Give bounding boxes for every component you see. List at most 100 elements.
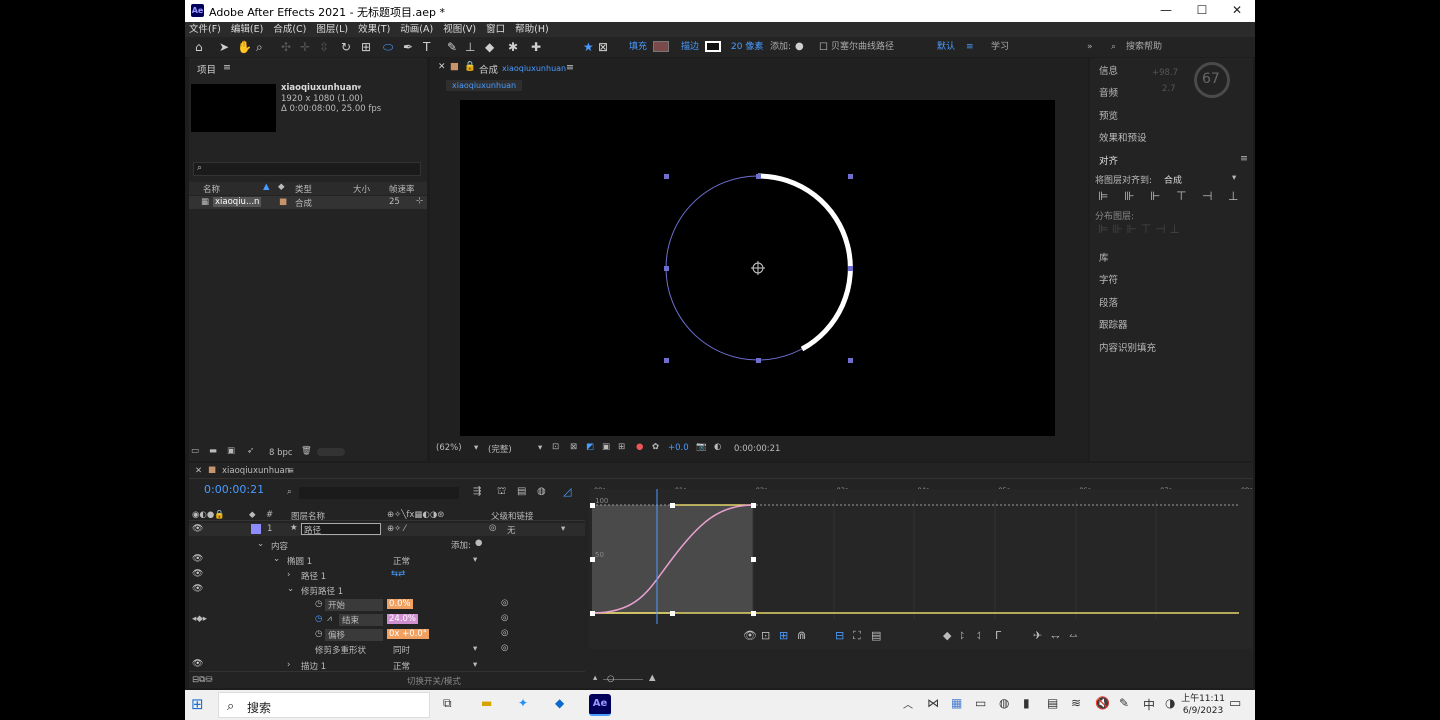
expand-icon[interactable]: » — [1087, 41, 1093, 53]
close-icon[interactable]: ✕ — [1222, 3, 1252, 17]
add-content-icon[interactable]: ● — [475, 538, 482, 548]
stroke-blend-chevron-icon[interactable]: ▾ — [473, 660, 477, 670]
contents-group[interactable]: 内容 — [271, 540, 288, 552]
sort-up-icon[interactable]: ▲ — [263, 182, 270, 192]
av-switches-icons[interactable]: ◉◐●🔒 — [192, 510, 225, 520]
windows-start-icon[interactable]: ⊞ — [191, 695, 204, 713]
menu-effect[interactable]: 效果(T) — [358, 22, 390, 37]
delete-icon[interactable]: 🗑 — [301, 446, 312, 456]
parent-dropdown[interactable]: 无 — [507, 524, 516, 536]
library-panel-tab[interactable]: 库 — [1099, 250, 1109, 264]
project-item-row[interactable]: ▦ xiaoqiu...n ■ 合成 25 ⊹ — [189, 196, 427, 209]
project-title[interactable]: 项目 — [197, 62, 216, 76]
tray-app-icon-1[interactable]: ⋈ — [927, 696, 939, 710]
ime-indicator[interactable]: 中 — [1143, 696, 1155, 713]
show-snapshot-icon[interactable]: ◐ — [714, 442, 721, 452]
help-search-input[interactable]: 搜索帮助 — [1126, 41, 1162, 53]
lock-icon[interactable]: 🔒 — [464, 61, 476, 72]
color-channel-icon[interactable]: ● — [636, 442, 643, 452]
ellipse-eye-icon[interactable]: 👁 — [192, 554, 203, 564]
align-left-icon[interactable]: ⊫ — [1098, 189, 1108, 203]
align-to-chevron-icon[interactable]: ▾ — [1232, 173, 1236, 183]
menu-edit[interactable]: 编辑(E) — [231, 22, 263, 37]
layer-name-field[interactable]: 路径 — [301, 523, 381, 536]
layer-label-color[interactable] — [251, 524, 261, 534]
paragraph-panel-tab[interactable]: 段落 — [1099, 295, 1118, 309]
col-fps[interactable]: 帧速率 — [389, 183, 415, 195]
col-size[interactable]: 大小 — [353, 183, 370, 195]
home-icon[interactable]: ⌂ — [195, 40, 203, 54]
app-icon-photos[interactable]: ◆ — [555, 696, 564, 710]
brush-tool-icon[interactable]: ✎ — [447, 40, 457, 54]
trim-multi-dropdown[interactable]: 同时 — [393, 644, 410, 656]
end-value[interactable]: 24.0% — [387, 614, 419, 624]
offset-pickwhip-icon[interactable]: ◎ — [501, 628, 508, 638]
label-icon[interactable]: ◆ — [249, 510, 256, 520]
tray-app-icon-4[interactable]: ▤ — [1047, 696, 1058, 710]
minimize-icon[interactable]: — — [1151, 3, 1181, 17]
chevron-right-icon[interactable]: › — [287, 660, 290, 670]
panel-menu-icon[interactable]: ≡ — [566, 62, 574, 73]
align-to-dropdown[interactable]: 合成 — [1164, 173, 1182, 186]
frame-blending-icon[interactable]: ▤ — [517, 486, 526, 497]
stopwatch-end-icon[interactable]: ◷ — [315, 614, 322, 624]
comp-mini-flowchart-icon[interactable]: ⇶ — [473, 486, 481, 497]
transparency-grid-icon[interactable]: ⊠ — [570, 442, 577, 452]
new-comp-icon[interactable]: ▣ — [227, 446, 235, 456]
ime-mode-icon[interactable]: ◑ — [1165, 696, 1175, 710]
add-menu-icon[interactable]: ● — [795, 40, 804, 54]
interpret-footage-icon[interactable]: ▭ — [191, 446, 199, 456]
trim-multi-chevron-icon[interactable]: ▾ — [473, 644, 477, 654]
zoom-in-icon[interactable]: ▲ — [649, 673, 656, 683]
thumbnail-slider[interactable] — [317, 448, 345, 456]
easy-ease-out-icon[interactable]: ⥎ — [1069, 629, 1078, 643]
bezier-checkbox[interactable]: ☐ — [819, 41, 828, 55]
shy-icon[interactable]: ⛫ — [497, 486, 506, 499]
align-vcenter-icon[interactable]: ⊣ — [1202, 189, 1212, 203]
project-settings-icon[interactable]: ➶ — [247, 446, 254, 456]
trim-multi-pickwhip-icon[interactable]: ◎ — [501, 643, 508, 653]
info-panel-tab[interactable]: 信息 — [1099, 63, 1118, 77]
timeline-tab-name[interactable]: xiaoqiuxunhuan — [222, 466, 290, 476]
comp-breadcrumb[interactable]: xiaoqiuxunhuan — [446, 80, 523, 91]
exposure-reset-icon[interactable]: ✿ — [652, 442, 659, 452]
after-effects-taskbar-icon[interactable]: Ae — [589, 694, 611, 716]
workspace-menu-icon[interactable]: ≡ — [966, 41, 974, 53]
star-icon[interactable]: ★ — [583, 40, 594, 54]
zoom-out-icon[interactable]: ▴ — [593, 673, 597, 683]
layer-search-input[interactable] — [299, 487, 459, 499]
path-group[interactable]: 路径 1 — [301, 570, 326, 582]
col-name[interactable]: 名称 — [203, 183, 220, 195]
transform-box-icon[interactable]: ⊞ — [779, 629, 788, 642]
app-icon-blue[interactable]: ✦ — [518, 696, 528, 710]
taskbar-clock[interactable]: 上午11:11 6/9/2023 — [1181, 693, 1225, 717]
menu-help[interactable]: 帮助(H) — [515, 22, 549, 37]
menu-view[interactable]: 视图(V) — [443, 22, 476, 37]
grid-icon[interactable]: ⊞ — [618, 442, 625, 452]
battery-icon[interactable]: ▭ — [975, 696, 986, 710]
zoom-chevron-icon[interactable]: ▾ — [474, 443, 478, 453]
col-layer-name[interactable]: 图层名称 — [291, 510, 325, 522]
auto-bezier-icon[interactable]: Γ — [995, 629, 1001, 642]
project-item-name[interactable]: xiaoqiu...n — [213, 197, 262, 207]
quality-chevron-icon[interactable]: ▾ — [538, 443, 542, 453]
mask-visibility-icon[interactable]: ◩ — [586, 442, 594, 452]
exposure-value[interactable]: +0.0 — [668, 443, 689, 453]
taskbar-search[interactable]: ⌕ 搜索 — [218, 692, 430, 718]
start-value[interactable]: 0.0% — [387, 599, 413, 609]
orbit-camera-icon[interactable]: ✣ — [281, 40, 291, 54]
pan-behind-tool-icon[interactable]: ⊞ — [361, 40, 371, 54]
zoom-thumb[interactable]: ○ — [607, 674, 614, 684]
align-hcenter-icon[interactable]: ⊪ — [1124, 189, 1134, 203]
snapshot-icon[interactable]: 📷 — [696, 442, 707, 452]
tray-app-icon-2[interactable]: ▦ — [951, 696, 962, 710]
align-right-icon[interactable]: ⊩ — [1150, 189, 1160, 203]
align-bottom-icon[interactable]: ⊥ — [1228, 189, 1238, 203]
chevron-right-icon[interactable]: › — [287, 570, 290, 580]
puppet-tool-icon[interactable]: ✚ — [531, 40, 541, 54]
align-panel-tab[interactable]: 对齐 — [1099, 153, 1118, 167]
menu-animation[interactable]: 动画(A) — [400, 22, 433, 37]
graph-editor[interactable]: 100 50 👁 ⊡ ⊞ ⋒ ⊟ ⛶ ▤ ◆ ⥏ ⥑ Γ ✈ ⥐ ⥎ — [589, 489, 1253, 649]
chevron-down-icon[interactable]: ⌄ — [257, 539, 264, 549]
search-icon[interactable]: ⌕ — [1111, 41, 1116, 53]
